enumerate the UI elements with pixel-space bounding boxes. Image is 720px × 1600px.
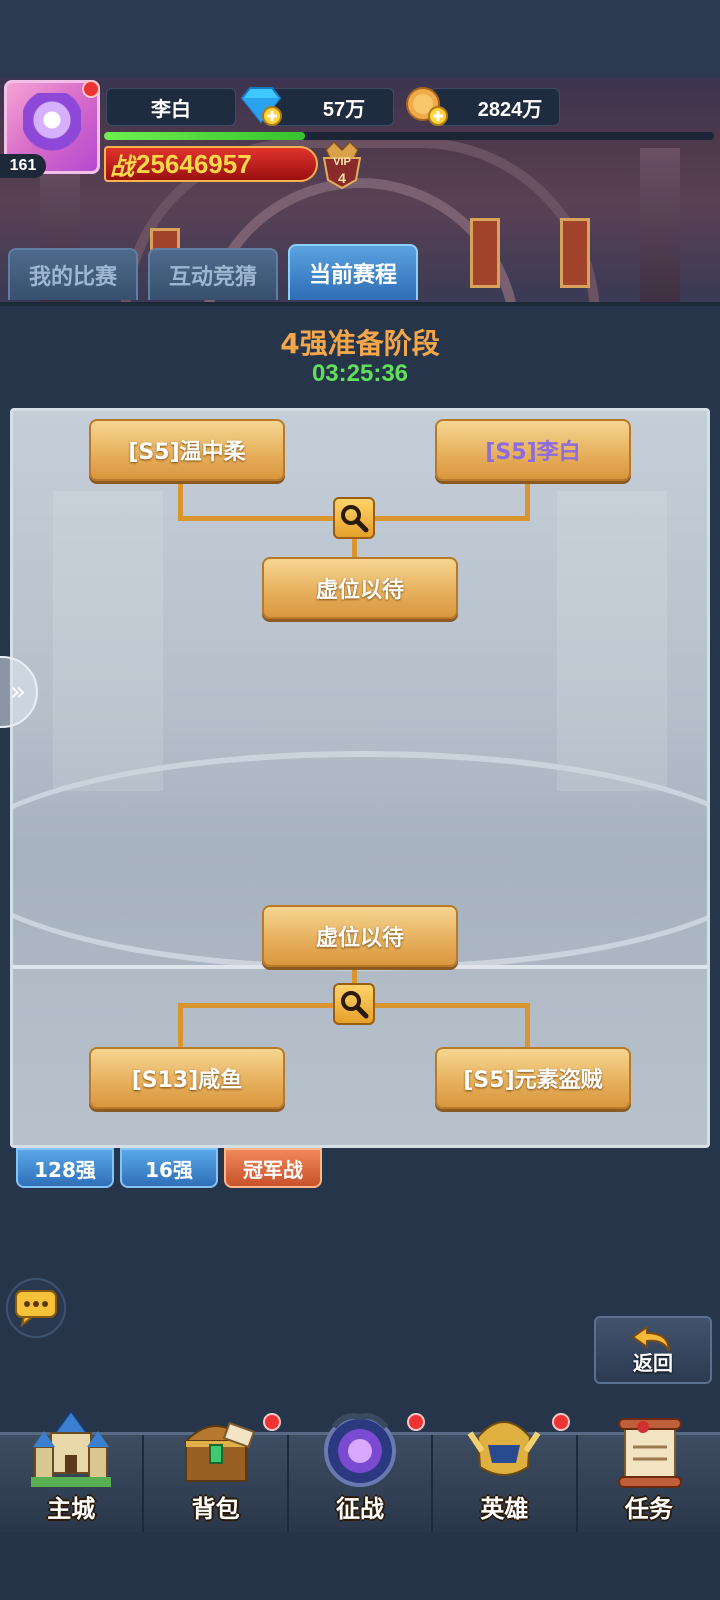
vip-label: VIP (333, 156, 351, 168)
nav-main-city[interactable]: 主城 (0, 1409, 145, 1532)
nav-backpack-badge (262, 1413, 281, 1431)
tab-current-schedule[interactable]: 当前赛程 (288, 244, 418, 300)
nav-tasks-label: 任务 (624, 1495, 673, 1523)
nav-main-city-label: 主城 (47, 1495, 96, 1523)
bracket-line (525, 1003, 530, 1051)
status-bar-area (0, 0, 720, 78)
avatar-emblem-icon (23, 93, 81, 153)
nav-campaign[interactable]: 征战 (289, 1413, 434, 1532)
tab-divider (0, 302, 720, 306)
background-pillar-left (53, 491, 163, 791)
bracket-line (178, 1003, 183, 1051)
player-name: 李白 (106, 88, 236, 126)
stage-title: 4强准备阶段 (280, 327, 440, 360)
nav-campaign-label: 征战 (336, 1495, 385, 1523)
nav-backpack[interactable]: 背包 (144, 1413, 289, 1532)
top-left-player-slot[interactable]: [S5]温中柔 (89, 419, 285, 481)
round-selector: 128强 16强 冠军战 (16, 1148, 322, 1188)
experience-bar (104, 132, 714, 140)
bottom-left-player-slot[interactable]: [S13]咸鱼 (89, 1047, 285, 1109)
nav-heroes-badge (551, 1413, 570, 1431)
tab-bar: 我的比赛 互动竞猜 当前赛程 (8, 244, 418, 304)
combat-power-value: 25646957 (136, 148, 252, 179)
vip-badge[interactable]: VIP 4 (320, 140, 364, 190)
top-match-view-button[interactable] (333, 497, 375, 539)
top-right-player-slot[interactable]: [S5]李白 (435, 419, 631, 481)
nav-tasks[interactable]: 任务 (578, 1418, 720, 1532)
bottom-navigation: 主城 背包 征战 英雄 任务 (0, 1409, 720, 1532)
portal-dragon-icon (324, 1413, 397, 1487)
countdown-timer: 03:25:36 (311, 360, 409, 387)
round-128-button[interactable]: 128强 (16, 1148, 114, 1188)
vip-level: 4 (338, 170, 346, 186)
resource-bar: 李白 57万 2824万 (100, 80, 710, 126)
combat-power-prefix: 战 (110, 151, 134, 181)
bottom-right-player-slot[interactable]: [S5]元素盗贼 (435, 1047, 631, 1109)
gold-coin-add-icon[interactable] (402, 84, 452, 126)
bracket-line (178, 481, 183, 521)
player-level: 161 (0, 154, 46, 178)
castle-icon (31, 1409, 112, 1487)
back-button[interactable]: 返回 (594, 1316, 712, 1384)
experience-bar-fill (104, 132, 306, 140)
nav-heroes[interactable]: 英雄 (433, 1413, 578, 1532)
nav-campaign-badge (407, 1413, 426, 1431)
scroll-icon (617, 1418, 682, 1488)
chat-bubble-icon (15, 1290, 57, 1327)
magnifier-icon (341, 991, 369, 1019)
tab-my-matches[interactable]: 我的比赛 (8, 248, 138, 300)
treasure-chest-icon (183, 1421, 255, 1482)
top-winner-slot[interactable]: 虚位以待 (262, 557, 458, 619)
double-chevron-right-icon: » (10, 677, 26, 707)
nav-heroes-label: 英雄 (480, 1495, 529, 1523)
combat-power-badge: 战 25646957 (104, 146, 318, 182)
gold-value: 2824万 (477, 98, 543, 121)
system-navigation-area (0, 1532, 720, 1600)
bracket-line (525, 481, 530, 521)
bottom-match-view-button[interactable] (333, 983, 375, 1025)
chat-button[interactable] (6, 1278, 66, 1338)
tab-interactive-guess[interactable]: 互动竞猜 (148, 248, 278, 300)
bottom-winner-slot[interactable]: 虚位以待 (262, 905, 458, 967)
tournament-bracket: [S5]温中柔 [S5]李白 虚位以待 虚位以待 [S13]咸鱼 [S5]元素盗… (10, 408, 710, 1148)
round-final-button[interactable]: 冠军战 (224, 1148, 322, 1188)
diamond-value: 57万 (322, 98, 366, 121)
round-16-button[interactable]: 16强 (120, 1148, 218, 1188)
back-button-label: 返回 (633, 1350, 673, 1375)
hero-helmet-icon (467, 1421, 541, 1476)
nav-backpack-label: 背包 (191, 1495, 240, 1523)
diamond-add-icon[interactable] (236, 84, 286, 126)
avatar-notification-dot (82, 80, 100, 98)
background-pillar-right (557, 491, 667, 791)
magnifier-icon (341, 505, 369, 533)
